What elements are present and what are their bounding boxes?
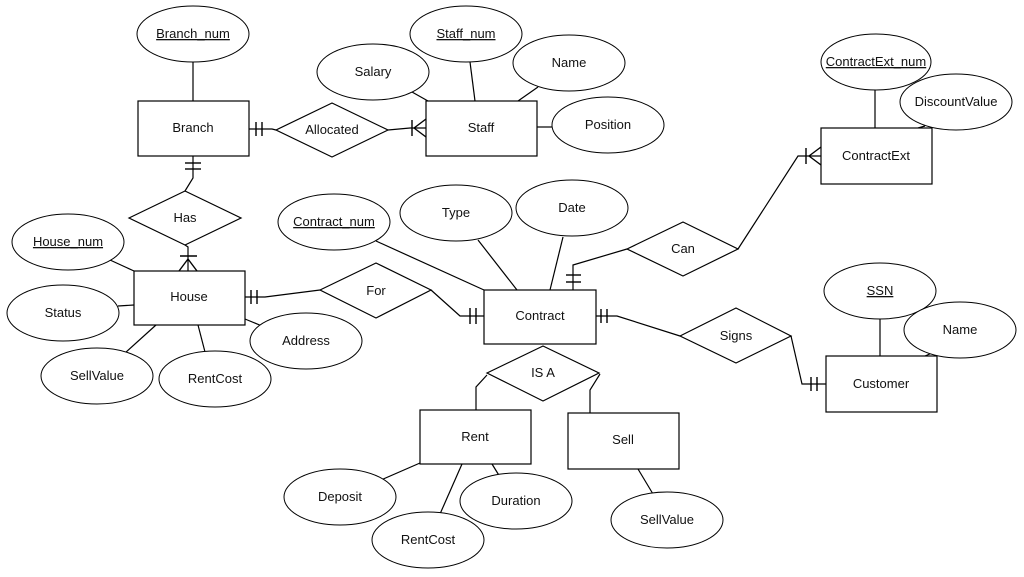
attribute-house-address[interactable]: Address bbox=[249, 312, 363, 370]
attribute-label: SellValue bbox=[70, 368, 124, 383]
entity-customer[interactable]: Customer bbox=[825, 355, 938, 413]
entity-contract[interactable]: Contract bbox=[483, 289, 597, 345]
relationship-label: Signs bbox=[720, 328, 753, 343]
attribute-contract-type[interactable]: Type bbox=[399, 184, 513, 242]
attribute-label: Salary bbox=[355, 64, 392, 79]
attribute-rent-deposit[interactable]: Deposit bbox=[283, 468, 397, 526]
line-house-rentcost bbox=[197, 324, 206, 353]
attribute-rent-rentcost[interactable]: RentCost bbox=[371, 511, 485, 569]
line-has-house bbox=[184, 244, 189, 271]
relationship-can[interactable]: Can bbox=[625, 221, 740, 277]
relationship-signs[interactable]: Signs bbox=[678, 307, 793, 364]
line-branch-has bbox=[184, 156, 194, 192]
attribute-house-rentcost[interactable]: RentCost bbox=[158, 350, 272, 408]
line-isa-sell bbox=[589, 373, 601, 413]
relationship-label: Allocated bbox=[305, 122, 358, 137]
attribute-label: Name bbox=[943, 322, 978, 337]
attribute-staff-position[interactable]: Position bbox=[551, 96, 665, 154]
entity-house[interactable]: House bbox=[133, 270, 246, 326]
line-sell-sellvalue bbox=[637, 468, 654, 495]
attribute-label: Status bbox=[45, 305, 82, 320]
line-contract-can bbox=[572, 248, 628, 290]
attribute-label: Deposit bbox=[318, 489, 362, 504]
relationship-label: Can bbox=[671, 241, 695, 256]
relationship-has[interactable]: Has bbox=[127, 190, 243, 246]
attribute-label: Position bbox=[585, 117, 631, 132]
line-house-status bbox=[117, 304, 135, 307]
line-staff-staff-num bbox=[469, 61, 476, 102]
relationship-label: For bbox=[366, 283, 386, 298]
relationship-isa[interactable]: IS A bbox=[485, 345, 601, 402]
attribute-house-num[interactable]: House_num bbox=[11, 213, 125, 271]
line-contract-signs bbox=[596, 315, 681, 337]
line-house-sellvalue bbox=[124, 324, 157, 354]
line-rent-rentcost bbox=[439, 463, 463, 515]
attribute-label: Staff_num bbox=[436, 26, 495, 41]
attribute-label: Type bbox=[442, 205, 470, 220]
attribute-contract-num[interactable]: Contract_num bbox=[277, 193, 391, 251]
attribute-label: ContractExt_num bbox=[826, 54, 926, 69]
attribute-contractext-discountvalue[interactable]: DiscountValue bbox=[899, 73, 1013, 131]
entity-label: House bbox=[170, 289, 208, 304]
entity-label: Branch bbox=[172, 120, 213, 135]
entity-contractext[interactable]: ContractExt bbox=[820, 127, 933, 185]
entity-label: ContractExt bbox=[842, 148, 910, 163]
relationship-label: IS A bbox=[531, 365, 555, 380]
line-house-for bbox=[245, 289, 321, 298]
line-staff-salary bbox=[411, 91, 429, 102]
line-house-house-num bbox=[109, 259, 135, 272]
attribute-label: Contract_num bbox=[293, 214, 375, 229]
attribute-label: House_num bbox=[33, 234, 103, 249]
relationship-for[interactable]: For bbox=[318, 262, 433, 319]
entity-label: Staff bbox=[468, 120, 495, 135]
attribute-staff-num[interactable]: Staff_num bbox=[409, 5, 523, 63]
line-contract-type bbox=[477, 239, 518, 291]
attribute-staff-name[interactable]: Name bbox=[512, 34, 626, 92]
attribute-label: SellValue bbox=[640, 512, 694, 527]
attribute-label: RentCost bbox=[401, 532, 456, 547]
attribute-label: DiscountValue bbox=[915, 94, 998, 109]
line-staff-name bbox=[517, 86, 539, 102]
attribute-label: SSN bbox=[867, 283, 894, 298]
entity-branch[interactable]: Branch bbox=[137, 100, 250, 157]
attribute-label: Name bbox=[552, 55, 587, 70]
attribute-label: Address bbox=[282, 333, 330, 348]
entity-sell[interactable]: Sell bbox=[567, 412, 680, 470]
attribute-label: Duration bbox=[491, 493, 540, 508]
attribute-customer-name[interactable]: Name bbox=[903, 301, 1017, 359]
line-contract-date bbox=[549, 236, 564, 291]
attribute-staff-salary[interactable]: Salary bbox=[316, 43, 430, 101]
line-rent-deposit bbox=[380, 462, 421, 481]
attribute-house-status[interactable]: Status bbox=[6, 284, 120, 342]
attribute-house-sellvalue[interactable]: SellValue bbox=[40, 347, 154, 405]
entity-label: Customer bbox=[853, 376, 910, 391]
er-diagram-canvas: Branch Staff House Contract ContractExt … bbox=[6, 5, 1017, 569]
entity-label: Rent bbox=[461, 429, 489, 444]
line-signs-customer bbox=[790, 335, 826, 385]
entity-staff[interactable]: Staff bbox=[425, 100, 538, 157]
attribute-label: RentCost bbox=[188, 371, 243, 386]
entity-label: Sell bbox=[612, 432, 634, 447]
line-allocated-staff bbox=[387, 127, 426, 131]
attribute-contractext-num[interactable]: ContractExt_num bbox=[820, 33, 932, 91]
entity-label: Contract bbox=[515, 308, 565, 323]
attribute-sell-sellvalue[interactable]: SellValue bbox=[610, 491, 724, 549]
relationship-allocated[interactable]: Allocated bbox=[274, 102, 390, 158]
line-isa-rent bbox=[475, 374, 488, 410]
attribute-label: Date bbox=[558, 200, 585, 215]
attribute-rent-duration[interactable]: Duration bbox=[459, 472, 573, 530]
attribute-label: Branch_num bbox=[156, 26, 230, 41]
relationship-label: Has bbox=[173, 210, 197, 225]
entity-rent[interactable]: Rent bbox=[419, 409, 532, 465]
attribute-contract-date[interactable]: Date bbox=[515, 179, 629, 237]
attribute-branch-num[interactable]: Branch_num bbox=[136, 5, 250, 63]
line-can-contractext bbox=[737, 155, 821, 250]
